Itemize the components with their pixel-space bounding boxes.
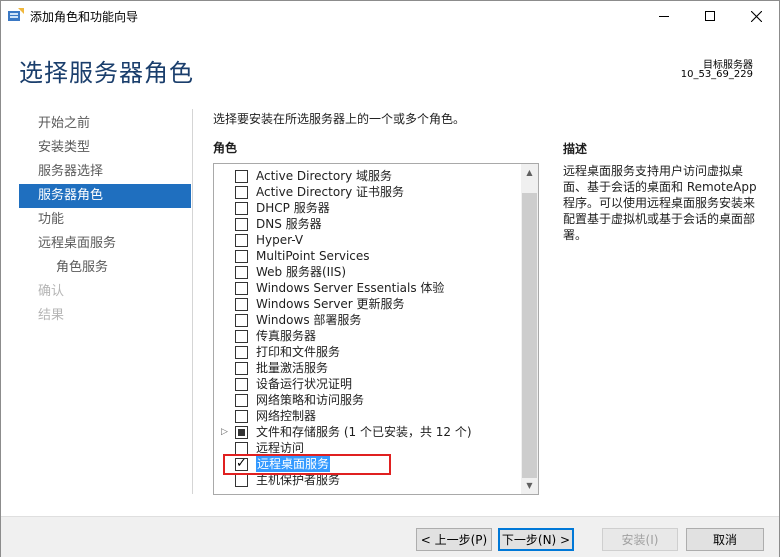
nav-item-confirmation: 确认	[38, 284, 65, 299]
role-checkbox[interactable]	[235, 282, 248, 295]
role-row[interactable]: Active Directory 域服务	[214, 168, 520, 184]
page-title: 选择服务器角色	[19, 59, 194, 87]
role-row[interactable]: 网络策略和访问服务	[214, 392, 520, 408]
role-label[interactable]: Web 服务器(IIS)	[256, 264, 346, 280]
role-checkbox[interactable]	[235, 202, 248, 215]
role-checkbox[interactable]	[235, 186, 248, 199]
maximize-icon	[705, 11, 715, 21]
roles-heading: 角色	[213, 141, 238, 155]
role-row[interactable]: 批量激活服务	[214, 360, 520, 376]
minimize-button[interactable]	[641, 1, 687, 31]
maximize-button[interactable]	[687, 1, 733, 31]
role-row[interactable]: 网络控制器	[214, 408, 520, 424]
install-button[interactable]: 安装(I)	[602, 528, 678, 551]
role-checkbox[interactable]	[235, 298, 248, 311]
role-label[interactable]: Windows 部署服务	[256, 312, 361, 328]
role-label[interactable]: MultiPoint Services	[256, 248, 370, 264]
role-row[interactable]: Windows Server Essentials 体验	[214, 280, 520, 296]
role-label[interactable]: DHCP 服务器	[256, 200, 330, 216]
role-label[interactable]: 网络策略和访问服务	[256, 392, 364, 408]
role-label[interactable]: Active Directory 域服务	[256, 168, 392, 184]
next-button[interactable]: 下一步(N) >	[498, 528, 574, 551]
button-bar: < 上一步(P) 下一步(N) > 安装(I) 取消	[1, 516, 779, 557]
nav-item-server-roles[interactable]: 服务器角色	[19, 184, 191, 208]
close-button[interactable]	[733, 1, 779, 31]
role-row[interactable]: DHCP 服务器	[214, 200, 520, 216]
title-bar[interactable]: 添加角色和功能向导	[1, 1, 779, 31]
cancel-button[interactable]: 取消	[686, 528, 764, 551]
role-label[interactable]: DNS 服务器	[256, 216, 322, 232]
role-row[interactable]: 设备运行状况证明	[214, 376, 520, 392]
description-text: 远程桌面服务支持用户访问虚拟桌面、基于会话的桌面和 RemoteApp 程序。可…	[563, 164, 757, 242]
roles-list-items: Active Directory 域服务 Active Directory 证书服…	[214, 168, 520, 488]
window-title: 添加角色和功能向导	[30, 10, 139, 24]
role-checkbox[interactable]	[235, 170, 248, 183]
close-icon	[750, 10, 762, 22]
role-label[interactable]: 设备运行状况证明	[256, 376, 352, 392]
role-label[interactable]: Windows Server 更新服务	[256, 296, 405, 312]
scroll-up-arrow-icon[interactable]: ▲	[521, 164, 538, 181]
nav-item-installation-type[interactable]: 安装类型	[19, 136, 191, 160]
description-heading: 描述	[563, 142, 588, 156]
target-server-value: 10_53_69_229	[680, 69, 753, 80]
role-checkbox[interactable]	[235, 410, 248, 423]
role-row[interactable]: Hyper-V	[214, 232, 520, 248]
nav-item-features[interactable]: 功能	[19, 208, 191, 232]
server-manager-icon	[8, 8, 24, 21]
role-checkbox[interactable]	[235, 426, 248, 439]
nav-item-role-services[interactable]: 角色服务	[19, 256, 191, 280]
role-checkbox[interactable]	[235, 234, 248, 247]
nav-item-before-you-begin[interactable]: 开始之前	[19, 112, 191, 136]
role-label[interactable]: Active Directory 证书服务	[256, 184, 404, 200]
previous-button[interactable]: < 上一步(P)	[416, 528, 492, 551]
role-checkbox[interactable]	[235, 378, 248, 391]
scroll-thumb[interactable]	[522, 193, 537, 478]
role-label[interactable]: Windows Server Essentials 体验	[256, 280, 444, 296]
scroll-down-arrow-icon[interactable]: ▼	[521, 477, 538, 494]
roles-list[interactable]: Active Directory 域服务 Active Directory 证书服…	[213, 163, 539, 495]
annotation-highlight-box	[223, 454, 391, 475]
role-label[interactable]: 打印和文件服务	[256, 344, 340, 360]
role-label[interactable]: 批量激活服务	[256, 360, 328, 376]
role-checkbox[interactable]	[235, 218, 248, 231]
role-checkbox[interactable]	[235, 394, 248, 407]
role-row[interactable]: 打印和文件服务	[214, 344, 520, 360]
role-label[interactable]: 文件和存储服务 (1 个已安装，共 12 个)	[256, 424, 472, 440]
role-row[interactable]: ▷ 文件和存储服务 (1 个已安装，共 12 个)	[214, 424, 520, 440]
role-row[interactable]: MultiPoint Services	[214, 248, 520, 264]
role-checkbox[interactable]	[235, 266, 248, 279]
role-label[interactable]: Hyper-V	[256, 232, 303, 248]
role-checkbox[interactable]	[235, 362, 248, 375]
role-checkbox[interactable]	[235, 250, 248, 263]
wizard-window: 添加角色和功能向导 选择服务器角色 目标服务器 10_53_69_229 开始之…	[0, 0, 780, 557]
role-row[interactable]: Windows Server 更新服务	[214, 296, 520, 312]
role-row[interactable]: Web 服务器(IIS)	[214, 264, 520, 280]
role-row[interactable]: DNS 服务器	[214, 216, 520, 232]
expand-arrow-icon[interactable]: ▷	[221, 424, 231, 440]
role-row[interactable]: 传真服务器	[214, 328, 520, 344]
nav-item-server-selection[interactable]: 服务器选择	[19, 160, 191, 184]
role-label[interactable]: 网络控制器	[256, 408, 316, 424]
role-checkbox[interactable]	[235, 314, 248, 327]
role-checkbox[interactable]	[235, 474, 248, 487]
role-checkbox[interactable]	[235, 346, 248, 359]
role-checkbox[interactable]	[235, 330, 248, 343]
nav-item-remote-desktop-services[interactable]: 远程桌面服务	[19, 232, 191, 256]
role-row[interactable]: Windows 部署服务	[214, 312, 520, 328]
nav-item-results: 结果	[38, 308, 65, 323]
minimize-icon	[659, 15, 669, 17]
divider	[192, 109, 193, 494]
role-label[interactable]: 传真服务器	[256, 328, 316, 344]
instruction-text: 选择要安装在所选服务器上的一个或多个角色。	[213, 112, 466, 126]
role-row[interactable]: Active Directory 证书服务	[214, 184, 520, 200]
wizard-nav: 开始之前 安装类型 服务器选择 服务器角色 功能 远程桌面服务 角色服务 确认 …	[19, 112, 191, 328]
roles-scrollbar[interactable]: ▲ ▼	[521, 164, 538, 494]
